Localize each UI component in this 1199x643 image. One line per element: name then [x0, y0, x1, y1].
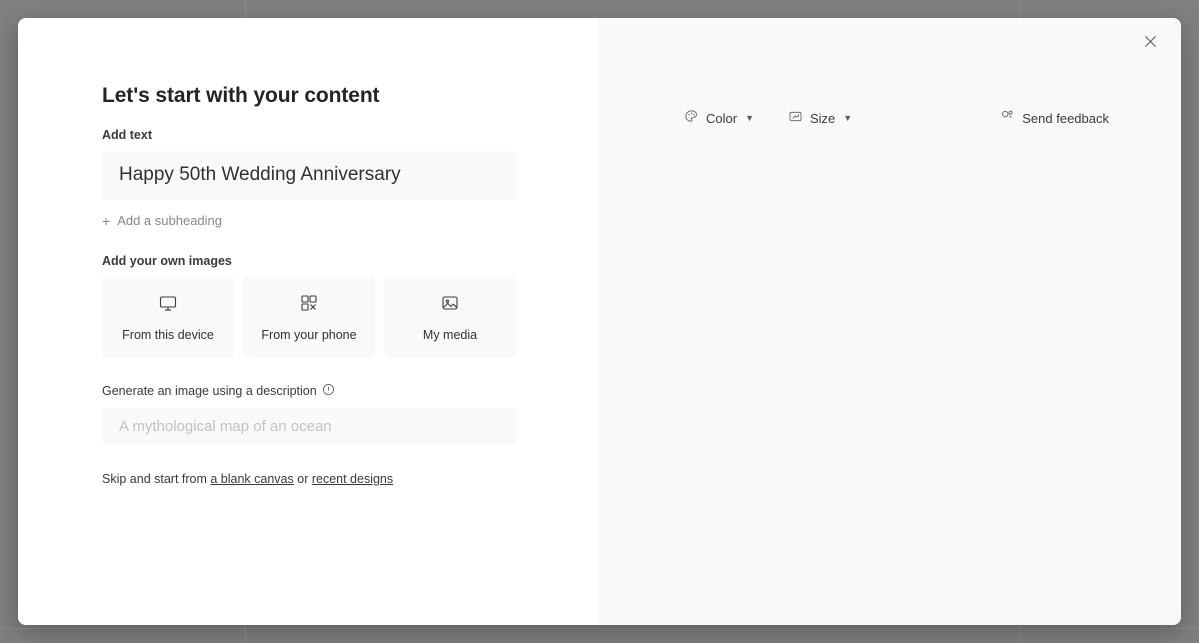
qr-code-icon: [299, 293, 319, 318]
add-subheading-button[interactable]: + Add a subheading: [102, 213, 222, 228]
source-from-your-phone-button[interactable]: From your phone: [243, 277, 375, 357]
info-icon[interactable]: [322, 383, 335, 399]
size-filter-label: Size: [810, 110, 836, 126]
skip-middle: or: [293, 472, 312, 486]
design-gallery-pane: Color ▼ Size ▼ Send feedback: [598, 18, 1181, 625]
design-suggestions-dialog: Let's start with your content Add text +…: [18, 18, 1181, 625]
image-description-input[interactable]: [102, 408, 516, 444]
source-my-media-button[interactable]: My media: [384, 277, 516, 357]
add-text-label: Add text: [102, 128, 152, 142]
skip-prefix: Skip and start from: [102, 472, 211, 486]
send-feedback-label: Send feedback: [1022, 110, 1109, 126]
close-button[interactable]: [1133, 24, 1167, 58]
monitor-icon: [158, 293, 178, 318]
backdrop-seam-bottom: [0, 628, 1199, 629]
add-images-label: Add your own images: [102, 254, 232, 268]
size-filter-button[interactable]: Size ▼: [784, 107, 856, 129]
feedback-icon: [1000, 109, 1015, 127]
generate-image-label: Generate an image using a description: [102, 383, 598, 399]
color-filter-label: Color: [706, 110, 738, 126]
source-label: My media: [422, 327, 478, 342]
content-form-pane: Let's start with your content Add text +…: [18, 18, 598, 625]
generate-image-text: Generate an image using a description: [102, 384, 317, 398]
send-feedback-button[interactable]: Send feedback: [996, 107, 1113, 129]
source-from-this-device-button[interactable]: From this device: [102, 277, 234, 357]
source-label: From this device: [122, 327, 214, 342]
skip-row: Skip and start from a blank canvas or re…: [102, 472, 598, 486]
page-title: Let's start with your content: [102, 84, 380, 107]
title-input[interactable]: [102, 151, 516, 199]
image-source-row: From this device From your phone My medi…: [102, 277, 516, 357]
resize-icon: [788, 109, 803, 127]
color-filter-button[interactable]: Color ▼: [680, 107, 758, 129]
add-subheading-label: Add a subheading: [117, 213, 222, 228]
chevron-down-icon: ▼: [843, 113, 853, 123]
palette-icon: [684, 109, 699, 127]
plus-icon: +: [102, 212, 111, 229]
source-label: From your phone: [261, 327, 357, 342]
chevron-down-icon: ▼: [745, 113, 754, 123]
blank-canvas-link[interactable]: a blank canvas: [210, 472, 293, 486]
gallery-toolbar: Color ▼ Size ▼ Send feedback: [680, 106, 1113, 130]
recent-designs-link[interactable]: recent designs: [312, 472, 393, 486]
image-icon: [440, 293, 460, 318]
